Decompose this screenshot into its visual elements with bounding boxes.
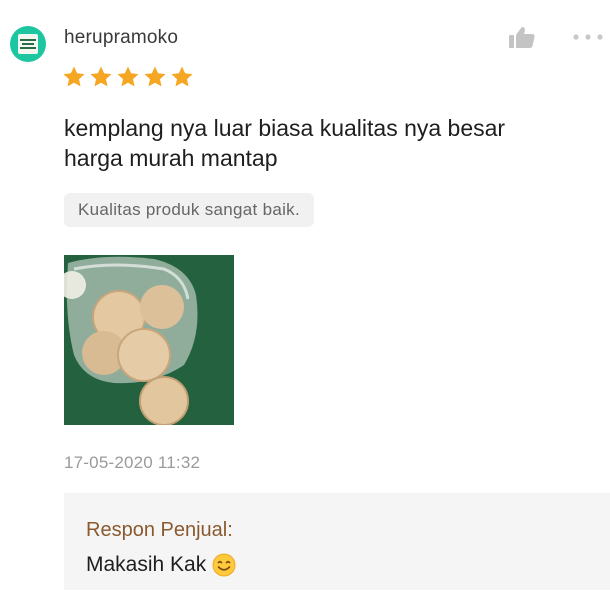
product-review-card: herupramoko kemplang nya luar biasa kual… [0, 0, 610, 610]
quality-tag: Kualitas produk sangat baik. [64, 193, 314, 227]
review-text-line: kemplang nya luar biasa kualitas nya bes… [64, 115, 506, 141]
review-photo[interactable] [64, 255, 234, 425]
star-icon [63, 66, 85, 87]
star-rating [62, 65, 194, 89]
star-icon [90, 66, 112, 87]
seller-response-text: Makasih Kak [86, 553, 207, 576]
seller-response-label: Respon Penjual: [86, 519, 233, 541]
star-icon [171, 66, 193, 87]
seller-response: Respon Penjual: Makasih Kak [64, 493, 610, 590]
review-text-line: harga murah mantap [64, 145, 278, 171]
seller-response-message: Makasih Kak [86, 553, 236, 577]
avatar[interactable] [10, 26, 46, 62]
review-photo-image [64, 255, 234, 425]
thumbs-up-icon[interactable] [508, 25, 536, 49]
smiling-face-icon [212, 553, 236, 577]
more-options-icon[interactable] [572, 33, 604, 41]
review-timestamp: 17-05-2020 11:32 [64, 453, 201, 472]
review-text: kemplang nya luar biasa kualitas nya bes… [64, 113, 584, 173]
star-icon [117, 66, 139, 87]
star-icon [144, 66, 166, 87]
reviewer-username[interactable]: herupramoko [64, 27, 178, 49]
